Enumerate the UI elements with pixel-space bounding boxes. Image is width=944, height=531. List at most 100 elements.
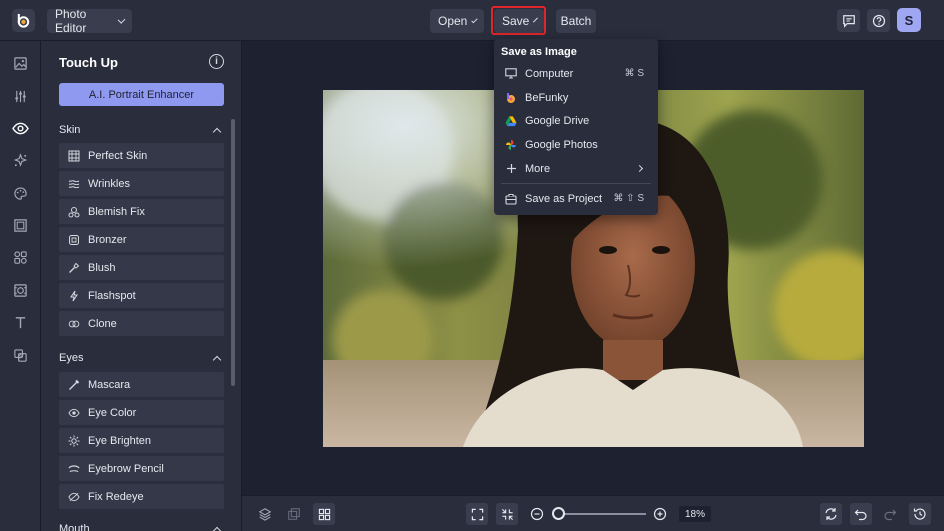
zoom-out-button[interactable] [526,503,548,525]
save-to-google-drive[interactable]: Google Drive [494,109,658,132]
sliders-icon[interactable] [11,87,30,106]
shortcut-label: ⌘ ⇧ S [613,193,644,204]
tool-label: Eye Color [88,406,137,419]
text-icon[interactable] [11,313,30,332]
menu-divider [501,183,651,184]
image-icon[interactable] [11,54,30,73]
redo-icon [884,509,897,521]
layers-icon [258,508,272,521]
shrink-icon [501,508,513,520]
chevron-down-icon [117,15,126,24]
eyebrow-icon [68,463,80,475]
section-skin-header[interactable]: Skin [59,124,224,136]
help-button[interactable] [867,9,890,32]
help-icon [872,14,885,27]
flash-icon [68,290,80,302]
tool-eyebrow-pencil[interactable]: Eyebrow Pencil [59,456,224,481]
tool-flashspot[interactable]: Flashspot [59,283,224,308]
panel-title: Touch Up [59,55,118,70]
google-drive-icon [505,115,517,127]
tool-mascara[interactable]: Mascara [59,372,224,397]
top-bar: Photo Editor Open Save Batch S [0,0,944,41]
tool-label: Blush [88,261,116,274]
expand-icon [471,508,483,520]
actual-size-button[interactable] [496,503,518,525]
zoom-slider-thumb[interactable] [552,507,565,520]
save-as-project[interactable]: Save as Project ⌘ ⇧ S [494,187,658,210]
tool-label: Bronzer [88,233,127,246]
tool-blemish-fix[interactable]: Blemish Fix [59,199,224,224]
tool-eye-color[interactable]: Eye Color [59,400,224,425]
chevron-up-icon [212,355,222,364]
undo-button[interactable] [850,503,872,525]
shortcut-label: ⌘ S [624,68,644,79]
history-icon [913,508,926,520]
section-title: Skin [59,124,81,136]
plus-icon [505,163,517,175]
comment-button[interactable] [837,9,860,32]
grid-button[interactable] [313,503,335,525]
redo-button[interactable] [879,503,901,525]
tool-eye-brighten[interactable]: Eye Brighten [59,428,224,453]
tool-fix-redeye[interactable]: Fix Redeye [59,484,224,509]
panel-scrollbar[interactable] [231,119,235,386]
save-more[interactable]: More [494,157,658,180]
compare-button[interactable] [283,503,305,525]
zoom-slider-track[interactable] [558,513,646,515]
zoom-in-button[interactable] [649,503,671,525]
tool-label: Flashspot [88,289,136,302]
history-button[interactable] [909,503,931,525]
comment-icon [842,14,855,28]
google-photos-icon [505,139,517,151]
tool-bronzer[interactable]: Bronzer [59,227,224,252]
tool-rail [0,41,41,531]
redeye-icon [68,491,80,503]
reset-button[interactable] [820,503,842,525]
layers-overlay-icon[interactable] [11,346,30,365]
app-menu-label: Photo Editor [55,7,87,35]
shapes-icon[interactable] [11,248,30,267]
palette-icon[interactable] [11,184,30,203]
save-button[interactable]: Save [494,9,544,33]
ai-portrait-enhancer-button[interactable]: A.I. Portrait Enhancer [59,83,224,106]
tool-clone[interactable]: Clone [59,311,224,336]
tool-label: Eye Brighten [88,434,151,447]
tool-label: Wrinkles [88,177,130,190]
tool-wrinkles[interactable]: Wrinkles [59,171,224,196]
menu-item-label: Google Drive [525,114,590,127]
sparkle-icon[interactable] [11,151,30,170]
texture-icon[interactable] [11,281,30,300]
clone-icon [68,318,80,330]
blemish-fix-icon [68,206,80,218]
frame-icon[interactable] [11,216,30,235]
user-avatar[interactable]: S [897,8,921,32]
fit-screen-button[interactable] [466,503,488,525]
layers-button[interactable] [254,503,276,525]
section-eyes-header[interactable]: Eyes [59,352,224,364]
app-menu-button[interactable]: Photo Editor [47,7,132,35]
section-title: Eyes [59,352,84,364]
tool-label: Perfect Skin [88,149,148,162]
chevron-down-icon [533,17,539,22]
save-to-computer[interactable]: Computer ⌘ S [494,62,658,85]
tool-label: Clone [88,317,117,330]
info-icon[interactable]: i [209,54,224,69]
tool-perfect-skin[interactable]: Perfect Skin [59,143,224,168]
chevron-down-icon [471,16,478,23]
open-button[interactable]: Open [430,9,484,33]
befunky-logo[interactable] [12,9,35,32]
tool-blush[interactable]: Blush [59,255,224,280]
mascara-icon [68,379,80,391]
batch-label: Batch [560,14,592,28]
sun-icon [68,435,80,447]
section-title: Mouth [59,523,90,531]
eye-icon[interactable] [11,119,30,138]
save-dropdown-menu: Save as Image Computer ⌘ S BeFunky Googl… [494,39,658,215]
section-mouth-header[interactable]: Mouth [59,523,224,531]
batch-button[interactable]: Batch [556,9,596,33]
save-to-google-photos[interactable]: Google Photos [494,133,658,156]
project-icon [505,193,517,205]
wrinkles-icon [68,178,80,190]
save-to-befunky[interactable]: BeFunky [494,86,658,109]
zoom-percent[interactable]: 18% [679,506,711,522]
